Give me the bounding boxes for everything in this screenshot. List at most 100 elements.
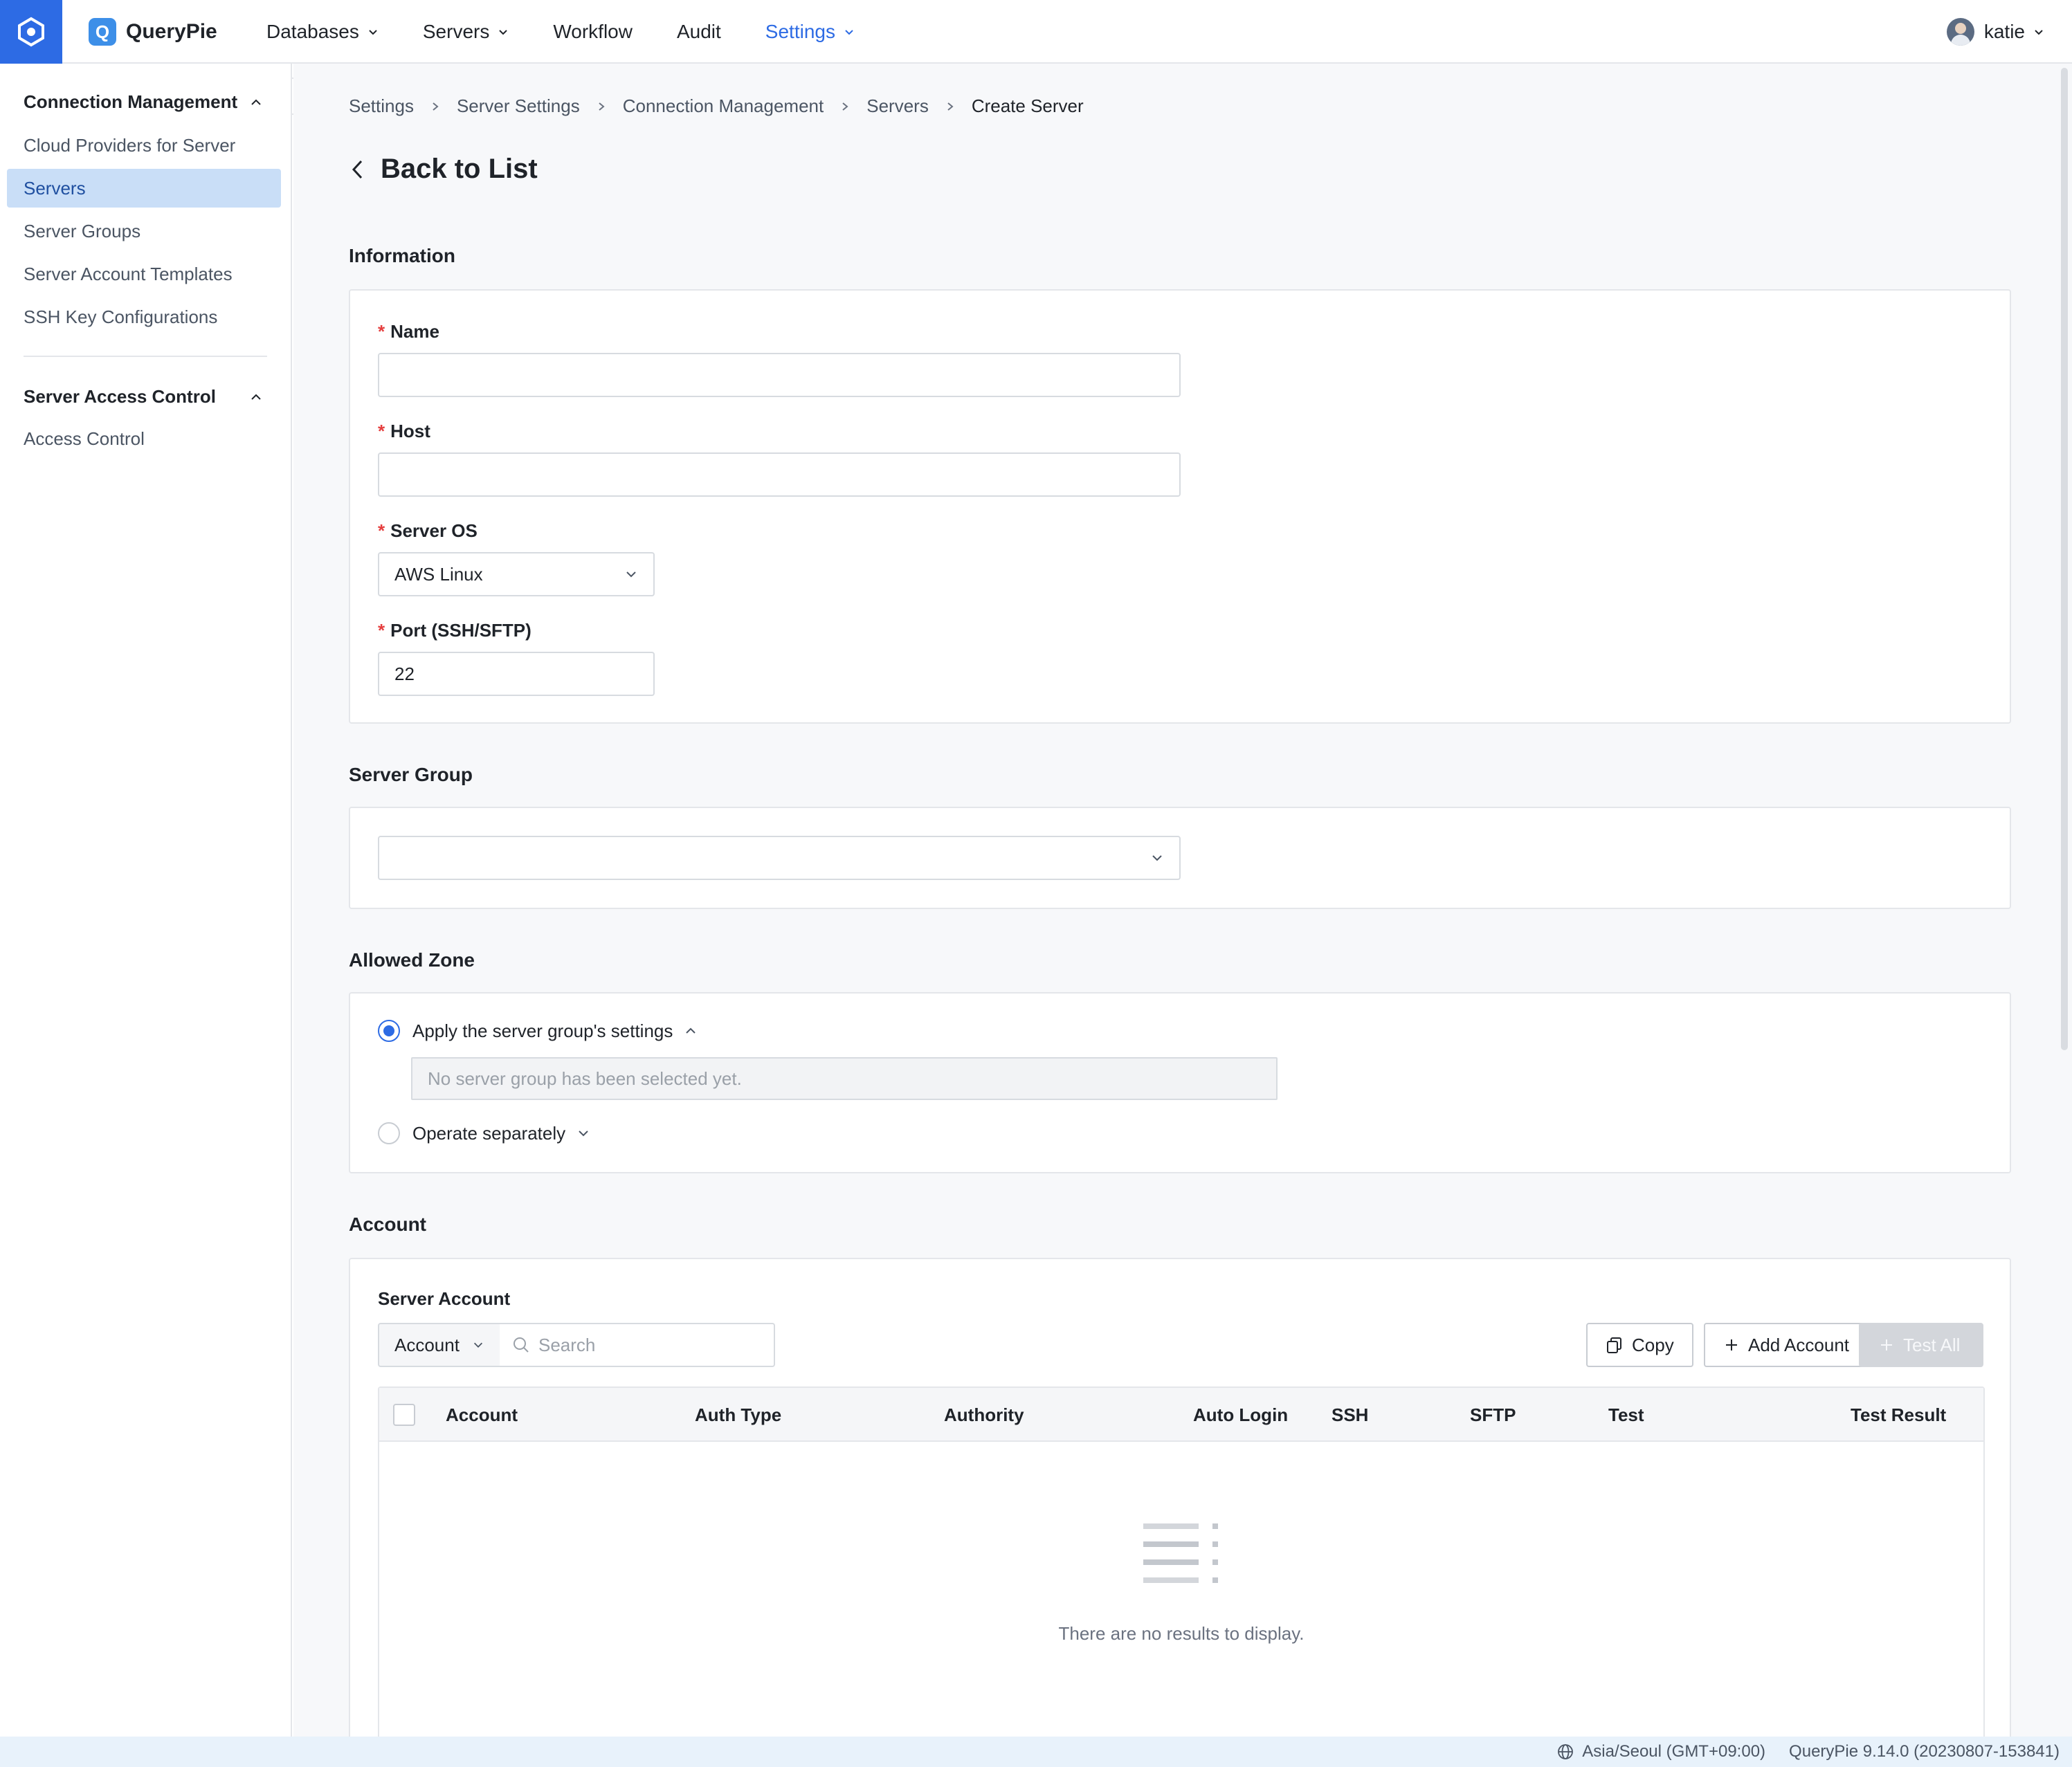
radio-apply-group-settings[interactable]: Apply the server group's settings xyxy=(378,1020,698,1042)
column-auto-login: Auto Login xyxy=(1193,1404,1289,1425)
avatar xyxy=(1946,18,1974,46)
name-label: * Name xyxy=(378,321,439,342)
sidebar-section-server-access-control[interactable]: Server Access Control xyxy=(24,386,263,408)
radio-apply-group-label: Apply the server group's settings xyxy=(412,1020,673,1041)
server-group-select[interactable] xyxy=(378,836,1181,880)
top-navigation-bar: Q QueryPie Databases Servers Workflow Au… xyxy=(0,0,2072,64)
radio-checked-icon xyxy=(378,1020,400,1042)
sidebar-item-access-control[interactable]: Access Control xyxy=(7,419,281,458)
chevron-down-icon xyxy=(626,571,636,578)
nav-settings-label: Settings xyxy=(765,21,835,42)
nav-workflow[interactable]: Workflow xyxy=(553,21,633,43)
chevron-down-icon xyxy=(499,30,508,35)
server-group-zone-note: No server group has been selected yet. xyxy=(411,1057,1278,1100)
name-input[interactable] xyxy=(378,353,1181,397)
sidebar-item-cloud-providers[interactable]: Cloud Providers for Server xyxy=(7,126,281,165)
nav-workflow-label: Workflow xyxy=(553,21,633,42)
nav-servers[interactable]: Servers xyxy=(423,21,509,43)
brand-name: QueryPie xyxy=(126,20,217,43)
chevron-down-icon xyxy=(473,1342,483,1348)
app-logo-icon xyxy=(18,17,44,47)
sidebar-section-title: Server Access Control xyxy=(24,386,216,407)
host-label: * Host xyxy=(378,421,430,441)
empty-state: There are no results to display. xyxy=(379,1523,1983,1645)
add-account-button[interactable]: Add Account xyxy=(1704,1323,1869,1367)
empty-state-text: There are no results to display. xyxy=(1058,1623,1305,1644)
chevron-down-icon xyxy=(845,30,853,35)
section-title-information: Information xyxy=(349,245,455,266)
nav-audit[interactable]: Audit xyxy=(677,21,721,43)
breadcrumb-server-settings[interactable]: Server Settings xyxy=(457,95,580,117)
sidebar-item-server-account-templates[interactable]: Server Account Templates xyxy=(7,255,281,293)
select-all-checkbox[interactable] xyxy=(393,1404,415,1426)
server-account-table: Account Auth Type Authority Auto Login S… xyxy=(378,1386,1985,1737)
chevron-up-icon xyxy=(251,99,261,105)
host-input[interactable] xyxy=(378,452,1181,497)
brand-logo-icon: Q xyxy=(89,18,116,46)
nav-databases[interactable]: Databases xyxy=(266,21,379,43)
information-card: * Name * Host * Server OS AWS Linux * Port (… xyxy=(349,289,2011,724)
nav-settings[interactable]: Settings xyxy=(765,21,855,43)
timezone-indicator[interactable]: Asia/Seoul (GMT+09:00) xyxy=(1557,1742,1765,1761)
chevron-down-icon xyxy=(369,30,377,35)
account-filter-select[interactable]: Account xyxy=(378,1323,501,1367)
table-header: Account Auth Type Authority Auto Login S… xyxy=(379,1388,1983,1442)
breadcrumb: Settings Server Settings Connection Mana… xyxy=(349,95,1084,117)
allowed-zone-card: Apply the server group's settings No ser… xyxy=(349,992,2011,1173)
add-account-button-label: Add Account xyxy=(1748,1334,1849,1355)
version-text: QueryPie 9.14.0 (20230807-153841) xyxy=(1789,1742,2060,1761)
chevron-right-icon xyxy=(945,102,955,111)
breadcrumb-connection-management[interactable]: Connection Management xyxy=(623,95,824,117)
status-footer: Asia/Seoul (GMT+09:00) QueryPie 9.14.0 (… xyxy=(0,1737,2072,1767)
user-menu[interactable]: katie xyxy=(1946,0,2044,64)
column-account: Account xyxy=(446,1404,518,1425)
sidebar-item-server-groups[interactable]: Server Groups xyxy=(7,212,281,250)
sidebar-divider xyxy=(24,356,267,357)
radio-unchecked-icon xyxy=(378,1122,400,1144)
breadcrumb-servers[interactable]: Servers xyxy=(866,95,929,117)
account-card: Server Account Account Search Copy Add A… xyxy=(349,1258,2011,1737)
account-search-placeholder: Search xyxy=(538,1334,596,1355)
port-input[interactable]: 22 xyxy=(378,652,655,696)
nav-servers-label: Servers xyxy=(422,21,490,42)
brand[interactable]: Q QueryPie xyxy=(89,17,217,47)
breadcrumb-create-server: Create Server xyxy=(971,95,1084,116)
section-title-allowed-zone: Allowed Zone xyxy=(349,949,475,971)
copy-icon xyxy=(1607,1337,1621,1353)
nav-audit-label: Audit xyxy=(676,21,721,42)
account-search-input[interactable]: Search xyxy=(500,1323,775,1367)
back-to-list-label: Back to List xyxy=(381,154,538,184)
server-os-select[interactable]: AWS Linux xyxy=(378,552,655,596)
breadcrumb-settings[interactable]: Settings xyxy=(349,95,414,117)
nav-databases-label: Databases xyxy=(266,21,359,42)
column-auth-type: Auth Type xyxy=(695,1404,782,1425)
empty-list-icon xyxy=(1143,1523,1218,1583)
column-ssh: SSH xyxy=(1332,1404,1369,1425)
app-switcher-logo[interactable] xyxy=(0,0,62,64)
account-filter-value: Account xyxy=(394,1334,460,1355)
chevron-right-icon xyxy=(597,102,606,111)
page-scrollbar[interactable] xyxy=(2061,68,2068,1050)
copy-button[interactable]: Copy xyxy=(1586,1323,1693,1367)
radio-operate-separately[interactable]: Operate separately xyxy=(378,1122,590,1144)
main-content: Settings Server Settings Connection Mana… xyxy=(293,64,2072,1737)
user-name: katie xyxy=(1983,21,2025,42)
plus-icon xyxy=(1881,1339,1892,1351)
test-all-button-label: Test All xyxy=(1903,1334,1961,1355)
chevron-right-icon xyxy=(430,102,440,111)
chevron-left-icon xyxy=(352,160,363,178)
chevron-right-icon xyxy=(840,102,850,111)
chevron-down-icon xyxy=(579,1130,588,1137)
sidebar-section-connection-management[interactable]: Connection Management xyxy=(24,91,263,113)
test-all-button[interactable]: Test All xyxy=(1859,1323,1983,1367)
section-title-server-group: Server Group xyxy=(349,764,473,785)
timezone-text: Asia/Seoul (GMT+09:00) xyxy=(1582,1742,1766,1761)
sidebar-item-ssh-key-configurations[interactable]: SSH Key Configurations xyxy=(7,297,281,336)
chevron-up-icon xyxy=(251,394,261,400)
sidebar-section-title: Connection Management xyxy=(24,91,238,112)
back-to-list-button[interactable]: Back to List xyxy=(349,154,538,185)
server-account-label: Server Account xyxy=(378,1288,511,1309)
sidebar: Connection Management Cloud Providers fo… xyxy=(0,64,292,1737)
radio-operate-separately-label: Operate separately xyxy=(412,1122,566,1144)
sidebar-item-servers[interactable]: Servers xyxy=(7,169,281,208)
